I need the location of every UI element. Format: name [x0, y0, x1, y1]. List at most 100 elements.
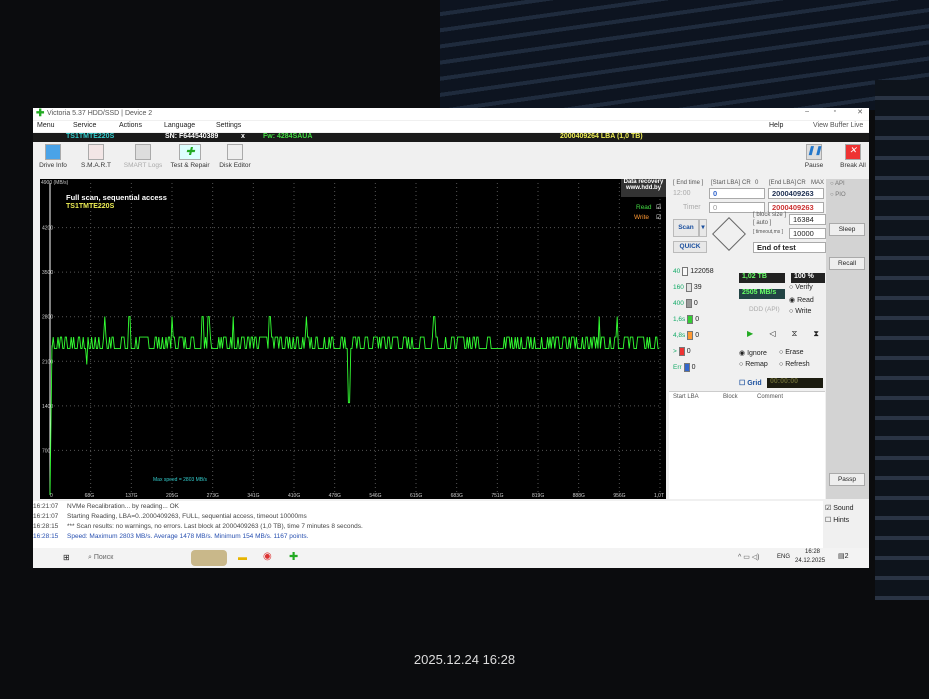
start-icon[interactable]: ⊞ — [63, 553, 70, 562]
grid-checkbox[interactable]: ☐ Grid — [739, 379, 762, 387]
log-time: 16:28:15 — [33, 523, 59, 530]
tray-icons[interactable]: ^ ▭ ◁) — [738, 553, 760, 561]
legend-write-checkbox[interactable]: ☑ — [656, 214, 661, 221]
maximize-button[interactable]: ▫ — [834, 108, 836, 115]
close-button[interactable]: ✕ — [857, 108, 863, 116]
break-all-button[interactable]: ✕ Break All — [838, 144, 868, 178]
sleep-button[interactable]: Sleep — [829, 223, 865, 236]
chart-svg: 420035002800210014007000 68G 137G 205G 273G 3… — [42, 183, 664, 499]
chrome-icon[interactable]: ◉ — [263, 551, 272, 562]
menu-help[interactable]: Help — [769, 122, 783, 129]
y-tick-label: 4200 — [42, 226, 53, 232]
test-repair-label: Test & Repair — [170, 162, 210, 169]
clock-date[interactable]: 24.12.2025 — [795, 558, 825, 564]
drive-close[interactable]: x — [241, 133, 245, 140]
block-swatch[interactable] — [678, 347, 685, 356]
action-refresh-radio[interactable]: ○ Refresh — [779, 361, 810, 368]
break-icon: ✕ — [845, 144, 861, 160]
api-radio[interactable]: ○ API — [830, 181, 845, 187]
start-lba-field[interactable]: 0 — [709, 188, 765, 199]
search-box[interactable]: ⌕ Поиск — [88, 554, 113, 562]
pio-radio[interactable]: ○ PIO — [830, 192, 846, 198]
smart-button[interactable]: S.M.A.R.T — [79, 144, 113, 178]
block-label: 1,6s — [673, 316, 686, 323]
smart-logs-button[interactable]: SMART Logs — [123, 144, 163, 178]
menu-settings[interactable]: Settings — [216, 122, 241, 129]
weather-widget-icon[interactable] — [191, 550, 227, 566]
block-swatch[interactable] — [687, 331, 694, 340]
end-of-test-select[interactable]: End of test — [753, 242, 826, 253]
passp-button[interactable]: Passp — [829, 473, 865, 486]
x-tick-label: 751G — [491, 493, 503, 499]
timer-checkbox[interactable]: Timer — [683, 204, 701, 211]
mode-write-radio[interactable]: ○ Write — [789, 308, 811, 315]
skip-end-icon[interactable]: ⧗ — [813, 329, 819, 343]
menu-bar: Menu Service Actions Language Settings H… — [33, 121, 869, 132]
percent-sign: % — [807, 273, 814, 280]
legend-write[interactable]: Write — [634, 214, 649, 221]
end-max-button[interactable]: MAX — [811, 180, 824, 186]
language-indicator[interactable]: ENG — [777, 554, 790, 560]
start-cr-button[interactable]: CR — [742, 180, 751, 186]
block-count: 39 — [693, 284, 702, 291]
api-label: API — [834, 181, 845, 187]
mode-verify-radio[interactable]: ○ Verify — [789, 284, 813, 291]
block-size-select[interactable]: 16384 — [789, 214, 826, 225]
minimize-button[interactable]: – — [805, 108, 809, 115]
notification-icon[interactable]: ▤2 — [838, 552, 849, 560]
menu-service[interactable]: Service — [73, 122, 96, 129]
file-explorer-icon[interactable]: ▬ — [238, 552, 247, 562]
scan-button[interactable]: Scan — [673, 219, 699, 237]
recall-button[interactable]: Recall — [829, 257, 865, 270]
block-count: 0 — [695, 316, 700, 323]
end-time-field[interactable]: 12:00 — [673, 190, 691, 197]
notification-count: 2 — [844, 553, 849, 560]
block-count: 0 — [691, 364, 696, 371]
mode-read-radio[interactable]: ◉ Read — [789, 296, 814, 304]
action-remap-radio[interactable]: ○ Remap — [739, 361, 768, 368]
log-text: NVMe Recalibration... by reading... OK — [67, 503, 179, 510]
action-erase-radio[interactable]: ○ Erase — [779, 349, 803, 356]
view-buffer-live[interactable]: View Buffer Live — [813, 122, 863, 129]
scan-dropdown[interactable]: ▾ — [699, 219, 707, 237]
block-counter-6: Err 0 — [673, 363, 696, 372]
skip-back-icon[interactable]: ⧖ — [792, 329, 798, 343]
ddd-api-checkbox[interactable]: DDD (API) — [749, 306, 780, 313]
log-panel: 16:21:07 NVMe Recalibration... by reading… — [33, 501, 823, 548]
drive-capacity: 2000409264 LBA (1,0 TB) — [560, 133, 643, 140]
y-tick-label: 3500 — [42, 270, 53, 276]
play-icon[interactable]: ▶ — [747, 329, 753, 343]
menu-language[interactable]: Language — [164, 122, 195, 129]
hints-checkbox[interactable]: ☐ Hints — [825, 516, 849, 524]
drive-info-button[interactable]: Drive Info — [37, 144, 69, 178]
block-swatch[interactable] — [683, 363, 690, 372]
direction-pad[interactable] — [712, 217, 746, 251]
block-swatch[interactable] — [687, 315, 694, 324]
hints-label: Hints — [833, 517, 850, 524]
block-swatch[interactable] — [682, 267, 689, 276]
rewind-icon[interactable]: ◁ — [769, 329, 775, 343]
app-icon: ✚ — [36, 108, 45, 119]
block-swatch[interactable] — [685, 299, 692, 308]
break-all-label: Break All — [840, 162, 866, 169]
clock-time[interactable]: 16:28 — [805, 549, 820, 555]
action-label: Ignore — [747, 350, 767, 357]
pause-button[interactable]: ❚❚ Pause — [803, 144, 825, 178]
quick-button[interactable]: QUICK — [673, 241, 707, 253]
legend-read[interactable]: Read — [636, 204, 652, 211]
legend-read-checkbox[interactable]: ☑ — [656, 204, 661, 211]
disk-editor-button[interactable]: Disk Editor — [217, 144, 253, 178]
test-repair-button[interactable]: ✚ Test & Repair — [169, 144, 211, 178]
start-zero-button[interactable]: 0 — [755, 180, 758, 186]
side-panel: ○ API ○ PIO Sleep Recall Passp — [826, 179, 869, 499]
timeout-select[interactable]: 10000 — [789, 228, 826, 239]
menu-actions[interactable]: Actions — [119, 122, 142, 129]
sound-checkbox[interactable]: ☑ Sound — [825, 504, 853, 512]
window-blinds-side — [875, 80, 929, 600]
menu-menu[interactable]: Menu — [37, 122, 55, 129]
block-swatch[interactable] — [685, 283, 692, 292]
victoria-taskbar-icon[interactable]: ✚ — [289, 550, 298, 563]
action-ignore-radio[interactable]: ◉ Ignore — [739, 349, 767, 357]
end-lba-field[interactable]: 2000409263 — [768, 188, 824, 199]
end-cr-button[interactable]: CR — [797, 180, 806, 186]
